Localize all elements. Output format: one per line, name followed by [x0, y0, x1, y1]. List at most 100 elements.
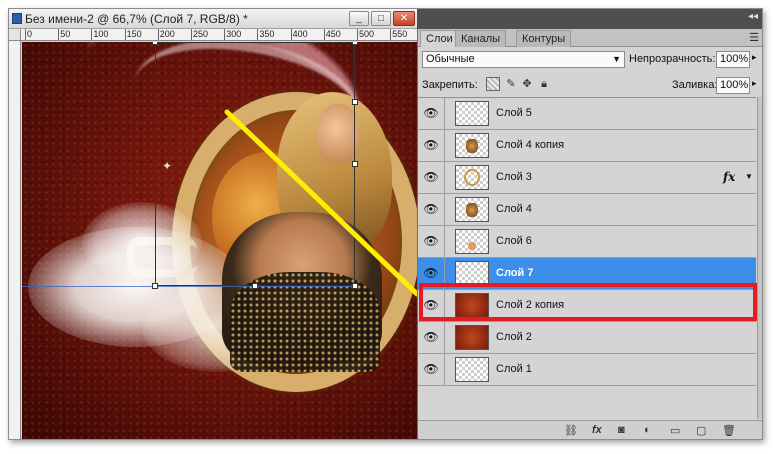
- opacity-slider-arrow-icon[interactable]: ▸: [752, 52, 757, 63]
- lock-all-icon[interactable]: 🔒︎: [537, 77, 551, 91]
- transform-bounding-box[interactable]: [152, 42, 358, 289]
- visibility-eye-icon[interactable]: 👁︎: [422, 298, 440, 312]
- visibility-eye-icon[interactable]: 👁︎: [422, 138, 440, 152]
- layer-name: Слой 4 копия: [496, 139, 565, 151]
- layer-row[interactable]: 👁︎ Слой 4: [418, 194, 756, 226]
- collapse-panels-icon[interactable]: ◂◂: [748, 11, 758, 22]
- layers-scrollbar[interactable]: [757, 97, 762, 419]
- blend-mode-value: Обычные: [426, 53, 475, 65]
- layers-panel-footer: ⛓ fx ◙ ◐ ▭ ▢ 🗑︎: [418, 420, 762, 439]
- ruler-tick: [157, 29, 159, 40]
- layer-thumbnail[interactable]: [455, 325, 489, 350]
- layer-row[interactable]: 👁︎ Слой 2 копия: [418, 290, 756, 322]
- layer-effects-icon[interactable]: fx: [723, 170, 735, 184]
- layer-thumbnail[interactable]: [455, 261, 489, 286]
- lock-image-pixels-icon[interactable]: ✎: [504, 77, 518, 91]
- transform-handle-right[interactable]: [352, 161, 358, 167]
- layer-row[interactable]: 👁︎ Слой 3 fx ▼: [418, 162, 756, 194]
- photoshop-window: Без имени-2 @ 66,7% (Слой 7, RGB/8) * _ …: [8, 8, 763, 440]
- layers-panel: Слои Каналы Контуры ☰ Обычные ▼ Непрозра…: [417, 29, 762, 439]
- row-separator: [444, 162, 445, 194]
- row-separator: [444, 258, 445, 290]
- maximize-button[interactable]: □: [371, 11, 391, 26]
- document-title: Без имени-2 @ 66,7% (Слой 7, RGB/8) *: [25, 12, 248, 26]
- tab-layers[interactable]: Слои: [420, 30, 459, 47]
- fill-slider-arrow-icon[interactable]: ▸: [752, 78, 757, 89]
- lock-transparent-pixels-icon[interactable]: [486, 77, 500, 91]
- reference-point-icon[interactable]: ✦: [162, 160, 174, 172]
- add-mask-icon[interactable]: ◙: [618, 424, 625, 436]
- lock-position-icon[interactable]: ✥: [520, 77, 534, 91]
- visibility-eye-icon[interactable]: 👁︎: [422, 234, 440, 248]
- ruler-tick-label: 100: [93, 29, 109, 39]
- panel-menu-icon[interactable]: ☰: [749, 31, 759, 44]
- layer-row[interactable]: 👁︎ Слой 6: [418, 226, 756, 258]
- ruler-origin[interactable]: [9, 29, 21, 41]
- layer-style-icon[interactable]: fx: [592, 424, 602, 436]
- layer-row[interactable]: 👁︎ Слой 2: [418, 322, 756, 354]
- layer-thumbnail[interactable]: [455, 165, 489, 190]
- visibility-eye-icon[interactable]: 👁︎: [422, 266, 440, 280]
- transform-handle-top-left[interactable]: [152, 42, 158, 45]
- row-separator: [444, 226, 445, 258]
- delete-layer-icon[interactable]: 🗑︎: [722, 424, 736, 437]
- blend-mode-select[interactable]: Обычные ▼: [422, 51, 625, 68]
- opacity-input[interactable]: 100%: [716, 51, 750, 68]
- adjustment-layer-icon[interactable]: ◐: [644, 424, 651, 436]
- visibility-eye-icon[interactable]: 👁︎: [422, 106, 440, 120]
- ruler-tick: [25, 29, 26, 40]
- layer-thumbnail[interactable]: [455, 197, 489, 222]
- visibility-eye-icon[interactable]: 👁︎: [422, 202, 440, 216]
- layer-thumbnail[interactable]: [455, 357, 489, 382]
- transform-handle-top-right[interactable]: [352, 42, 358, 45]
- expand-effects-icon[interactable]: ▼: [745, 172, 753, 181]
- tab-channels[interactable]: Каналы: [455, 30, 507, 47]
- row-separator: [444, 194, 445, 226]
- ruler-tick-label: 200: [159, 29, 175, 39]
- layer-row[interactable]: 👁︎ Слой 1: [418, 354, 756, 386]
- row-separator: [444, 98, 445, 130]
- ruler-tick: [91, 29, 93, 40]
- visibility-eye-icon[interactable]: 👁︎: [422, 362, 440, 376]
- ruler-tick: [323, 29, 325, 40]
- layer-thumbnail[interactable]: [455, 229, 489, 254]
- document-canvas[interactable]: ✦: [22, 42, 417, 439]
- fill-input[interactable]: 100%: [716, 77, 750, 94]
- transform-handle-bottom-right[interactable]: [352, 283, 358, 289]
- chevron-down-icon: ▼: [612, 54, 621, 64]
- new-layer-icon[interactable]: ▢: [696, 424, 706, 437]
- row-separator: [444, 130, 445, 162]
- fill-label: Заливка:: [672, 79, 718, 91]
- visibility-eye-icon[interactable]: 👁︎: [422, 330, 440, 344]
- ruler-tick-label: 450: [325, 29, 341, 39]
- layer-thumbnail[interactable]: [455, 101, 489, 126]
- layer-row[interactable]: 👁︎ Слой 7: [418, 258, 756, 290]
- layer-row[interactable]: 👁︎ Слой 5: [418, 98, 756, 130]
- ruler-tick-label: 300: [226, 29, 242, 39]
- layer-row[interactable]: 👁︎ Слой 4 копия: [418, 130, 756, 162]
- ruler-tick: [58, 29, 60, 40]
- ruler-vertical[interactable]: [9, 41, 21, 439]
- new-group-icon[interactable]: ▭: [670, 424, 680, 437]
- row-separator: [444, 354, 445, 386]
- horizontal-guide[interactable]: [22, 286, 355, 287]
- transform-handle-right-upper[interactable]: [352, 99, 358, 105]
- layer-thumbnail[interactable]: [455, 133, 489, 158]
- ruler-tick-label: 50: [60, 29, 71, 39]
- layer-thumbnail[interactable]: [455, 293, 489, 318]
- tab-paths[interactable]: Контуры: [516, 30, 572, 47]
- ruler-horizontal[interactable]: 0 50 100 150 200 250 300 350 400 450 500 550: [21, 29, 417, 41]
- minimize-button[interactable]: _: [349, 11, 369, 26]
- visibility-eye-icon[interactable]: 👁︎: [422, 170, 440, 184]
- ruler-tick: [390, 29, 392, 40]
- close-button[interactable]: ✕: [393, 11, 415, 26]
- transform-handle-bottom[interactable]: [252, 283, 258, 289]
- layer-name: Слой 7: [496, 267, 534, 279]
- layer-name: Слой 5: [496, 107, 532, 119]
- ruler-tick: [290, 29, 292, 40]
- layer-name: Слой 3: [496, 171, 532, 183]
- ruler-tick: [257, 29, 259, 40]
- transform-handle-bottom-left[interactable]: [152, 283, 158, 289]
- link-layers-icon[interactable]: ⛓: [564, 424, 578, 437]
- row-separator: [444, 322, 445, 354]
